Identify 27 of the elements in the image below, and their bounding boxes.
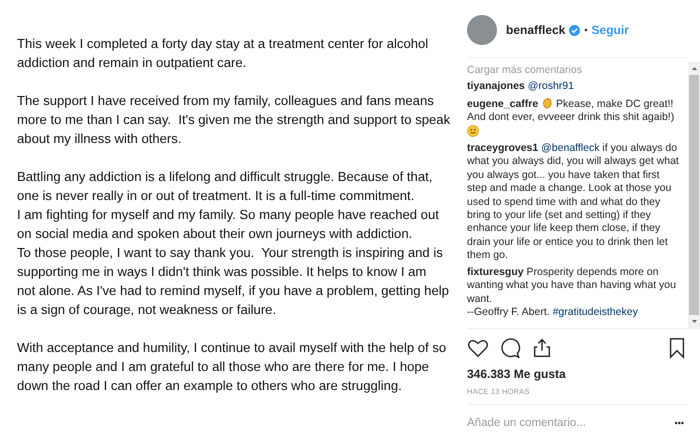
hand-emoji-icon	[541, 96, 554, 109]
comment-icon[interactable]	[499, 337, 521, 359]
likes-count[interactable]: 346.383 Me gusta	[467, 367, 700, 381]
comment-username-link[interactable]: fixturesguy	[467, 266, 524, 278]
avatar[interactable]	[467, 15, 497, 45]
post-paragraph: With acceptance and humility, I continue to avail myself with the help of so many people and I am grateful to all those who are there for me. I hope down the road I can offer an example to others who are struggling.	[17, 339, 448, 395]
scrollbar[interactable]	[688, 62, 700, 328]
share-icon[interactable]	[531, 337, 553, 359]
scroll-down-arrow-icon[interactable]	[692, 320, 696, 323]
scroll-up-arrow-icon[interactable]	[692, 67, 696, 70]
more-options-button[interactable]: •••	[670, 418, 688, 428]
comment-text: traceygroves1 @benaffleck if you always do what you always did, you will always get what you always got... you have taken that first step and made a change. Look at those you used to spend time with and what do they bring to your life (set and setting) if they enhance your life keep them close, if they drain your life or entice you to drink then let them go.	[467, 142, 680, 263]
smile-emoji-icon	[467, 124, 479, 137]
comment-text: eugene_caffre Pkease, make DC great!! And dont ever, evveeer drink this shit agaib!)	[467, 96, 682, 140]
comment-username-link[interactable]: eugene_caffre	[467, 98, 538, 110]
comment-text: fixturesguy Prosperity depends more on wanting what you have than having what you want. --Geoffry F. Abert. #gratitudeisthekey	[467, 266, 677, 320]
username-link[interactable]: benaffleck	[506, 23, 566, 37]
comment-link[interactable]: @roshr91	[528, 80, 574, 92]
comment-username-link[interactable]: traceygroves1	[467, 142, 538, 154]
comment-link[interactable]: @benaffleck	[541, 142, 600, 154]
post-paragraph: The support I have received from my family, colleagues and fans means more to me than I can say. It's given me the strength and support to speak about my illness with others.	[17, 92, 452, 148]
heart-icon[interactable]	[467, 337, 489, 359]
separator-dot: •	[584, 25, 588, 35]
comment-username-link[interactable]: tiyanajones	[467, 80, 525, 92]
comment-link[interactable]: #gratitudeisthekey	[552, 306, 638, 318]
post-paragraph: This week I completed a forty day stay at a treatment center for alcohol addiction and remain in outpatient care.	[17, 35, 430, 72]
post-paragraph: Battling any addiction is a lifelong and difficult struggle. Because of that, one is never really in or out of treatment. It is a full-time commitment. I am fighting for myself and my family. So many people have reached out on social media and spoken about their own journeys with addiction. To those people, I want to say thank you. Your strength is inspiring and is supporting me in ways I didn't think was possible. It helps to know I am not alone. As I've had to remind myself, if you have a problem, getting help is a sign of courage, not weakness or failure.	[17, 168, 450, 319]
